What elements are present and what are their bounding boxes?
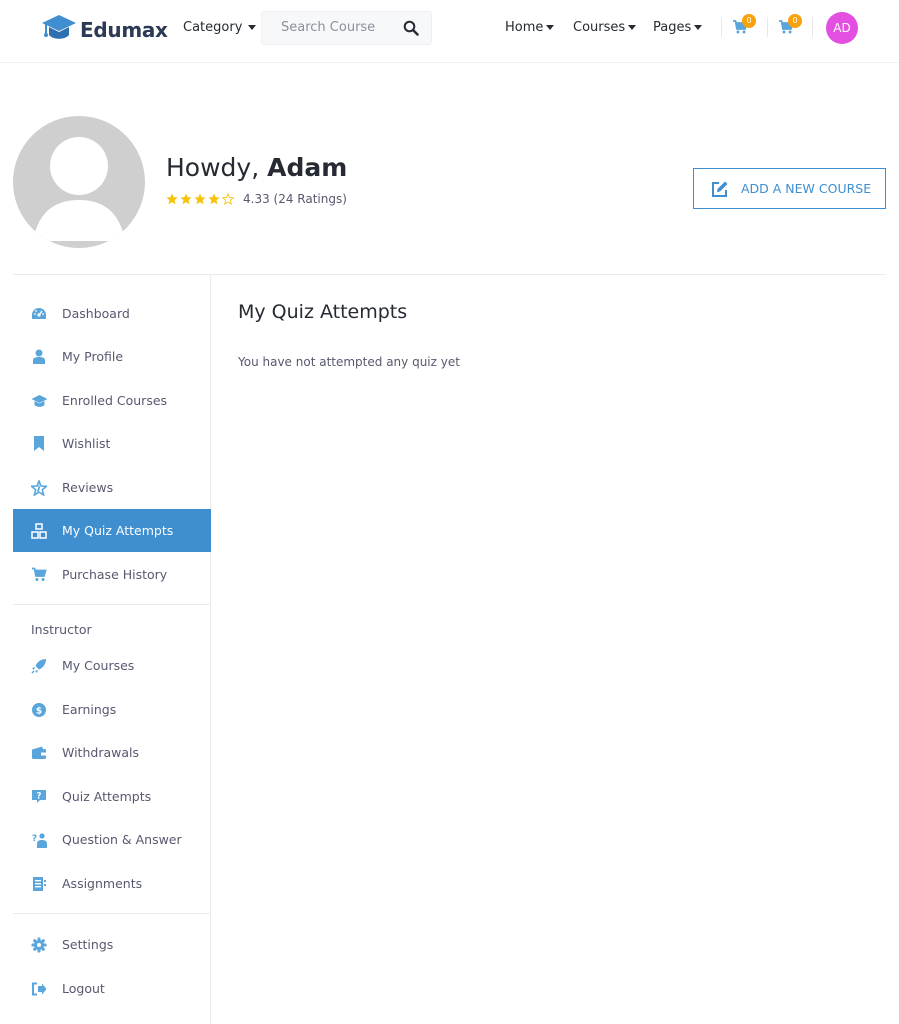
profile-rating: 4.33 (24 Ratings) <box>166 192 347 206</box>
empty-state-message: You have not attempted any quiz yet <box>238 355 460 369</box>
sidebar-item-label: Settings <box>62 937 114 952</box>
star-filled-icon <box>208 193 220 205</box>
sidebar-item-quiz-attempts[interactable]: ? Quiz Attempts <box>13 775 211 818</box>
sidebar-item-dashboard[interactable]: Dashboard <box>13 292 211 335</box>
assignment-icon <box>30 875 48 893</box>
star-filled-icon <box>166 193 178 205</box>
search-box <box>261 11 432 45</box>
graduation-cap-icon <box>30 392 48 410</box>
sidebar-item-label: My Quiz Attempts <box>62 523 174 538</box>
search-input[interactable] <box>281 20 396 35</box>
star-outline-icon <box>222 193 234 205</box>
gear-icon <box>30 936 48 954</box>
svg-text:$: $ <box>36 706 42 716</box>
sidebar-item-my-courses[interactable]: My Courses <box>13 644 211 687</box>
cart-badge: 0 <box>742 14 756 28</box>
sidebar-item-label: Question & Answer <box>62 832 182 847</box>
nav-courses-label: Courses <box>573 20 626 35</box>
sidebar-item-purchase-history[interactable]: Purchase History <box>13 553 211 596</box>
caret-down-icon <box>248 25 257 30</box>
bookmark-icon <box>30 435 48 453</box>
rocket-icon <box>30 657 48 675</box>
sidebar-item-question-answer[interactable]: ? Question & Answer <box>13 818 211 861</box>
question-answer-icon: ? <box>30 831 48 849</box>
svg-text:?: ? <box>37 792 42 802</box>
divider <box>767 17 768 37</box>
sidebar-item-label: My Profile <box>62 349 124 364</box>
logo[interactable]: Edumax <box>41 12 168 48</box>
profile-name: Adam <box>267 153 348 182</box>
sidebar-item-wishlist[interactable]: Wishlist <box>13 422 211 465</box>
page-title: My Quiz Attempts <box>238 301 408 323</box>
sidebar-item-label: Purchase History <box>62 567 168 582</box>
sidebar-item-label: Enrolled Courses <box>62 393 168 408</box>
sidebar-item-settings[interactable]: Settings <box>13 923 211 966</box>
quiz-blocks-icon <box>30 522 48 540</box>
instructor-heading: Instructor <box>31 622 92 637</box>
rating-stars <box>166 193 234 205</box>
user-icon <box>30 348 48 366</box>
sidebar-item-label: Wishlist <box>62 436 111 451</box>
sidebar-item-enrolled-courses[interactable]: Enrolled Courses <box>13 379 211 422</box>
divider <box>812 17 813 37</box>
sidebar-item-earnings[interactable]: $ Earnings <box>13 688 211 731</box>
cart-button[interactable]: 0 <box>732 14 756 39</box>
sidebar-item-assignments[interactable]: Assignments <box>13 862 211 905</box>
sidebar-item-logout[interactable]: Logout <box>13 967 211 1010</box>
top-header: Edumax Category Home Courses Pages <box>0 0 899 63</box>
star-filled-icon <box>194 193 206 205</box>
user-avatar[interactable]: AD <box>826 12 858 44</box>
dashboard-sidebar: Dashboard My Profile Enrolled Courses Wi… <box>13 275 211 1024</box>
sidebar-item-label: Quiz Attempts <box>62 789 152 804</box>
svg-text:?: ? <box>31 834 36 844</box>
caret-down-icon <box>694 25 703 30</box>
sidebar-item-label: Assignments <box>62 876 143 891</box>
sidebar-item-my-profile[interactable]: My Profile <box>13 335 211 378</box>
sidebar-item-label: Reviews <box>62 480 114 495</box>
nav-home[interactable]: Home <box>505 20 555 35</box>
star-icon <box>30 479 48 497</box>
dollar-icon: $ <box>30 701 48 719</box>
sidebar-item-label: Earnings <box>62 702 117 717</box>
profile-avatar <box>13 116 145 248</box>
greeting-prefix: Howdy, <box>166 153 268 182</box>
add-new-course-label: ADD A NEW COURSE <box>741 181 872 196</box>
divider <box>721 17 722 37</box>
wallet-icon <box>30 744 48 762</box>
sidebar-item-label: Withdrawals <box>62 745 139 760</box>
sidebar-divider <box>13 604 211 605</box>
question-box-icon: ? <box>30 788 48 806</box>
add-new-course-button[interactable]: ADD A NEW COURSE <box>693 168 886 209</box>
graduation-cap-logo-icon <box>41 12 77 48</box>
sidebar-item-reviews[interactable]: Reviews <box>13 466 211 509</box>
sidebar-item-withdrawals[interactable]: Withdrawals <box>13 731 211 774</box>
search-icon[interactable] <box>403 20 419 40</box>
caret-down-icon <box>628 25 637 30</box>
sidebar-item-label: Logout <box>62 981 105 996</box>
cart-icon <box>30 566 48 584</box>
nav-courses[interactable]: Courses <box>573 20 637 35</box>
nav-pages-label: Pages <box>653 20 692 35</box>
profile-greeting: Howdy, Adam <box>166 153 347 182</box>
cart-badge: 0 <box>788 14 802 28</box>
logo-text: Edumax <box>80 18 168 42</box>
logout-icon <box>30 980 48 998</box>
nav-pages[interactable]: Pages <box>653 20 703 35</box>
caret-down-icon <box>546 25 555 30</box>
sidebar-item-label: Dashboard <box>62 306 130 321</box>
star-filled-icon <box>180 193 192 205</box>
sidebar-item-my-quiz-attempts[interactable]: My Quiz Attempts <box>13 509 211 552</box>
sidebar-divider <box>13 913 211 914</box>
cart-button-secondary[interactable]: 0 <box>778 14 802 39</box>
edit-icon <box>711 180 729 198</box>
nav-home-label: Home <box>505 20 544 35</box>
dashboard-icon <box>30 305 48 323</box>
category-label: Category <box>183 20 243 35</box>
category-dropdown[interactable]: Category <box>183 20 257 35</box>
rating-text: 4.33 (24 Ratings) <box>243 192 347 206</box>
sidebar-item-label: My Courses <box>62 658 135 673</box>
user-silhouette-icon <box>33 137 125 241</box>
